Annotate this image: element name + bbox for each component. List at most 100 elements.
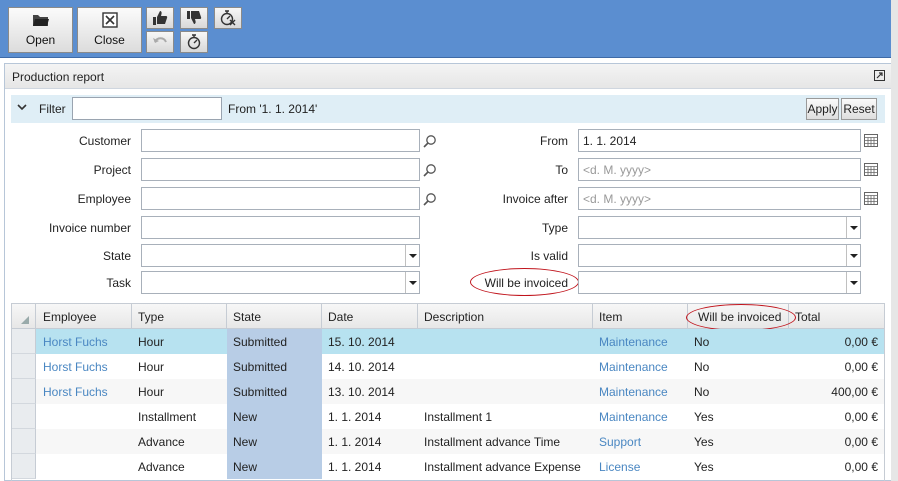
employee-cell[interactable]: Horst Fuchs: [37, 329, 132, 354]
corner-resize-icon: [21, 316, 29, 324]
type-select[interactable]: [578, 216, 861, 239]
column-header-description[interactable]: Description: [418, 304, 593, 329]
column-header-employee[interactable]: Employee: [37, 304, 132, 329]
total-cell: 0,00 €: [844, 360, 878, 374]
invoice-number-input[interactable]: [141, 216, 420, 239]
employee-cell[interactable]: [37, 429, 132, 454]
row-selector[interactable]: [12, 429, 36, 454]
from-calendar-icon[interactable]: [864, 134, 878, 147]
maximize-icon[interactable]: [874, 70, 885, 81]
date-cell: 1. 1. 2014: [328, 435, 382, 449]
apply-button[interactable]: Apply: [806, 98, 839, 120]
row-selector[interactable]: [12, 454, 36, 479]
type-cell: Installment: [138, 410, 197, 424]
column-header-type[interactable]: Type: [132, 304, 227, 329]
state-dropdown-icon[interactable]: [405, 245, 419, 266]
customer-search-icon[interactable]: [423, 134, 437, 148]
task-label: Task: [106, 276, 131, 290]
total-cell: 0,00 €: [844, 460, 878, 474]
will-be-invoiced-dropdown-icon[interactable]: [846, 272, 860, 293]
row-selector[interactable]: [12, 404, 36, 429]
table-row[interactable]: Advance New 1. 1. 2014 Installment advan…: [12, 429, 884, 454]
is-valid-dropdown-icon[interactable]: [846, 245, 860, 266]
stopwatch-icon: [187, 34, 201, 50]
toolbar: Open Close: [0, 0, 898, 58]
table-row[interactable]: Horst Fuchs Hour Submitted 13. 10. 2014 …: [12, 379, 884, 404]
to-date-input[interactable]: <d. M. yyyy>: [578, 158, 861, 181]
column-header-state[interactable]: State: [227, 304, 322, 329]
stopwatch-button[interactable]: [180, 31, 208, 53]
table-row[interactable]: Horst Fuchs Hour Submitted 15. 10. 2014 …: [12, 329, 884, 354]
from-date-input[interactable]: 1. 1. 2014: [578, 129, 861, 152]
filter-input[interactable]: [72, 97, 222, 120]
description-cell: [418, 329, 593, 354]
state-cell: Submitted: [227, 379, 322, 404]
will-be-invoiced-select[interactable]: [578, 271, 861, 294]
employee-cell[interactable]: Horst Fuchs: [37, 354, 132, 379]
open-button[interactable]: Open: [8, 7, 73, 53]
date-cell: 1. 1. 2014: [328, 410, 382, 424]
table-row[interactable]: Installment New 1. 1. 2014 Installment 1…: [12, 404, 884, 429]
total-cell: 400,00 €: [831, 385, 878, 399]
description-cell: Installment 1: [424, 410, 493, 424]
table-row[interactable]: Horst Fuchs Hour Submitted 14. 10. 2014 …: [12, 354, 884, 379]
project-search-icon[interactable]: [423, 163, 437, 177]
total-cell: 0,00 €: [844, 410, 878, 424]
item-cell[interactable]: Maintenance: [593, 404, 688, 429]
approve-button[interactable]: [146, 7, 174, 29]
employee-input[interactable]: [141, 187, 420, 210]
customer-input[interactable]: [141, 129, 420, 152]
item-cell[interactable]: Support: [593, 429, 688, 454]
type-dropdown-icon[interactable]: [846, 217, 860, 238]
type-cell: Hour: [138, 335, 165, 349]
invoiced-cell: Yes: [694, 410, 714, 424]
row-selector[interactable]: [12, 329, 36, 354]
description-cell: [418, 354, 593, 379]
state-cell: New: [227, 404, 322, 429]
filter-bar: Filter From '1. 1. 2014' Apply Reset: [11, 95, 885, 123]
item-cell[interactable]: Maintenance: [593, 329, 688, 354]
date-cell: 1. 1. 2014: [328, 460, 382, 474]
item-cell[interactable]: License: [593, 454, 688, 479]
stopwatch-cancel-button[interactable]: [214, 7, 242, 29]
invoice-number-label: Invoice number: [48, 221, 131, 235]
is-valid-select[interactable]: [578, 244, 861, 267]
item-cell[interactable]: Maintenance: [593, 354, 688, 379]
to-calendar-icon[interactable]: [864, 163, 878, 176]
undo-button[interactable]: [146, 31, 174, 53]
item-cell[interactable]: Maintenance: [593, 379, 688, 404]
invoice-after-calendar-icon[interactable]: [864, 192, 878, 205]
annotation-oval: [686, 304, 796, 331]
column-header-item[interactable]: Item: [593, 304, 688, 329]
state-select[interactable]: [141, 244, 420, 267]
reject-button[interactable]: [180, 7, 208, 29]
table-row[interactable]: Advance New 1. 1. 2014 Installment advan…: [12, 454, 884, 479]
report-grid: Employee Type State Date Description Ite…: [11, 303, 885, 481]
column-header-date[interactable]: Date: [322, 304, 418, 329]
annotation-oval: [470, 268, 579, 296]
project-input[interactable]: [141, 158, 420, 181]
column-header-total[interactable]: Total: [789, 304, 884, 329]
task-select[interactable]: [141, 271, 420, 294]
invoice-after-date-input[interactable]: <d. M. yyyy>: [578, 187, 861, 210]
total-cell: 0,00 €: [844, 435, 878, 449]
reset-button[interactable]: Reset: [841, 98, 877, 120]
to-label: To: [555, 163, 568, 177]
employee-label: Employee: [77, 192, 131, 206]
vertical-scrollbar[interactable]: [891, 0, 898, 481]
employee-cell[interactable]: [37, 454, 132, 479]
total-cell: 0,00 €: [844, 335, 878, 349]
employee-cell[interactable]: Horst Fuchs: [37, 379, 132, 404]
task-dropdown-icon[interactable]: [405, 272, 419, 293]
row-selector[interactable]: [12, 354, 36, 379]
state-cell: New: [227, 454, 322, 479]
state-cell: Submitted: [227, 329, 322, 354]
chevron-down-icon[interactable]: [17, 103, 27, 111]
row-selector[interactable]: [12, 379, 36, 404]
grid-corner: [12, 304, 36, 329]
date-cell: 14. 10. 2014: [328, 360, 395, 374]
employee-search-icon[interactable]: [423, 192, 437, 206]
close-button[interactable]: Close: [77, 7, 142, 53]
state-cell: New: [227, 429, 322, 454]
employee-cell[interactable]: [37, 404, 132, 429]
